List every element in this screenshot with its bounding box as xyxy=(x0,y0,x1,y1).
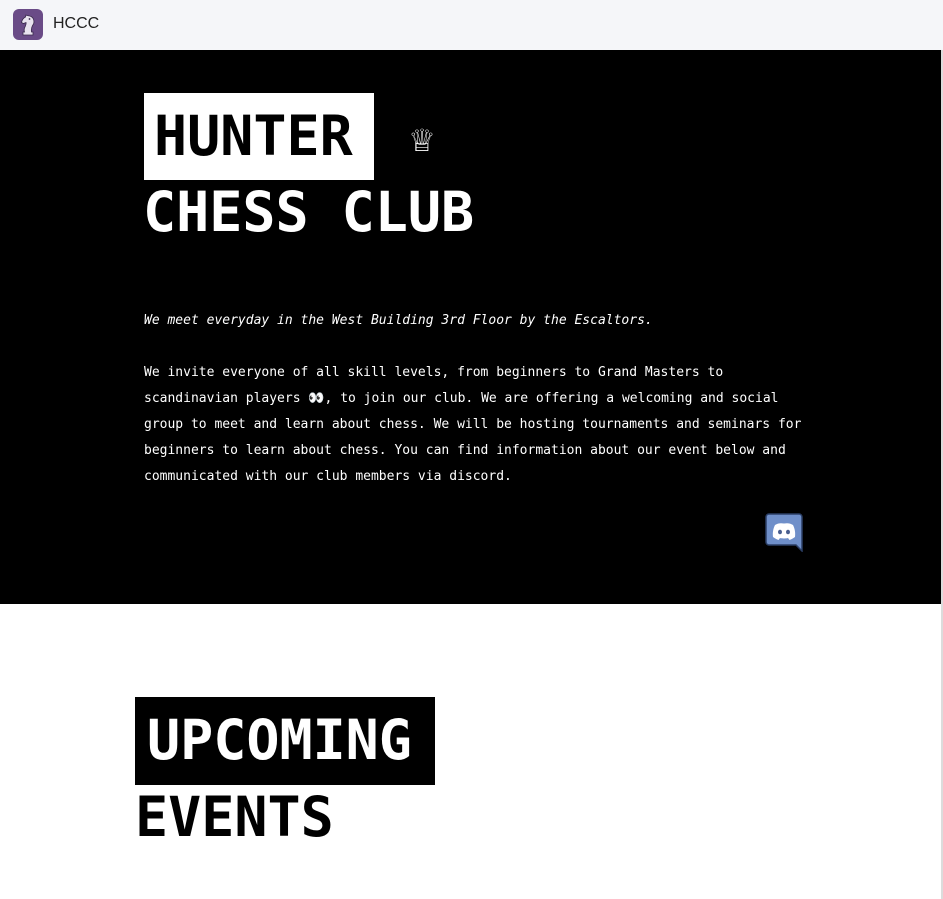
invite-paragraph: We invite everyone of all skill levels, … xyxy=(144,365,802,484)
hero-section: HUNTER ♕ CHESS CLUB We meet everyday in … xyxy=(0,50,943,604)
hero-title-line2: CHESS CLUB xyxy=(143,180,475,244)
hero-title-line1: HUNTER xyxy=(154,104,353,168)
hero-title-highlight: HUNTER xyxy=(144,93,374,180)
events-title-line2: EVENTS xyxy=(135,785,334,849)
site-name[interactable]: HCCC xyxy=(53,14,99,34)
top-nav-bar: HCCC xyxy=(0,0,943,50)
events-title-highlight: UPCOMING xyxy=(135,697,435,785)
crown-icon: ♕ xyxy=(410,115,435,161)
chess-knight-icon[interactable] xyxy=(13,9,43,40)
discord-link-icon[interactable] xyxy=(765,512,803,553)
events-title-line1: UPCOMING xyxy=(147,708,412,772)
meeting-location-note: We meet everyday in the West Building 3r… xyxy=(144,313,653,328)
